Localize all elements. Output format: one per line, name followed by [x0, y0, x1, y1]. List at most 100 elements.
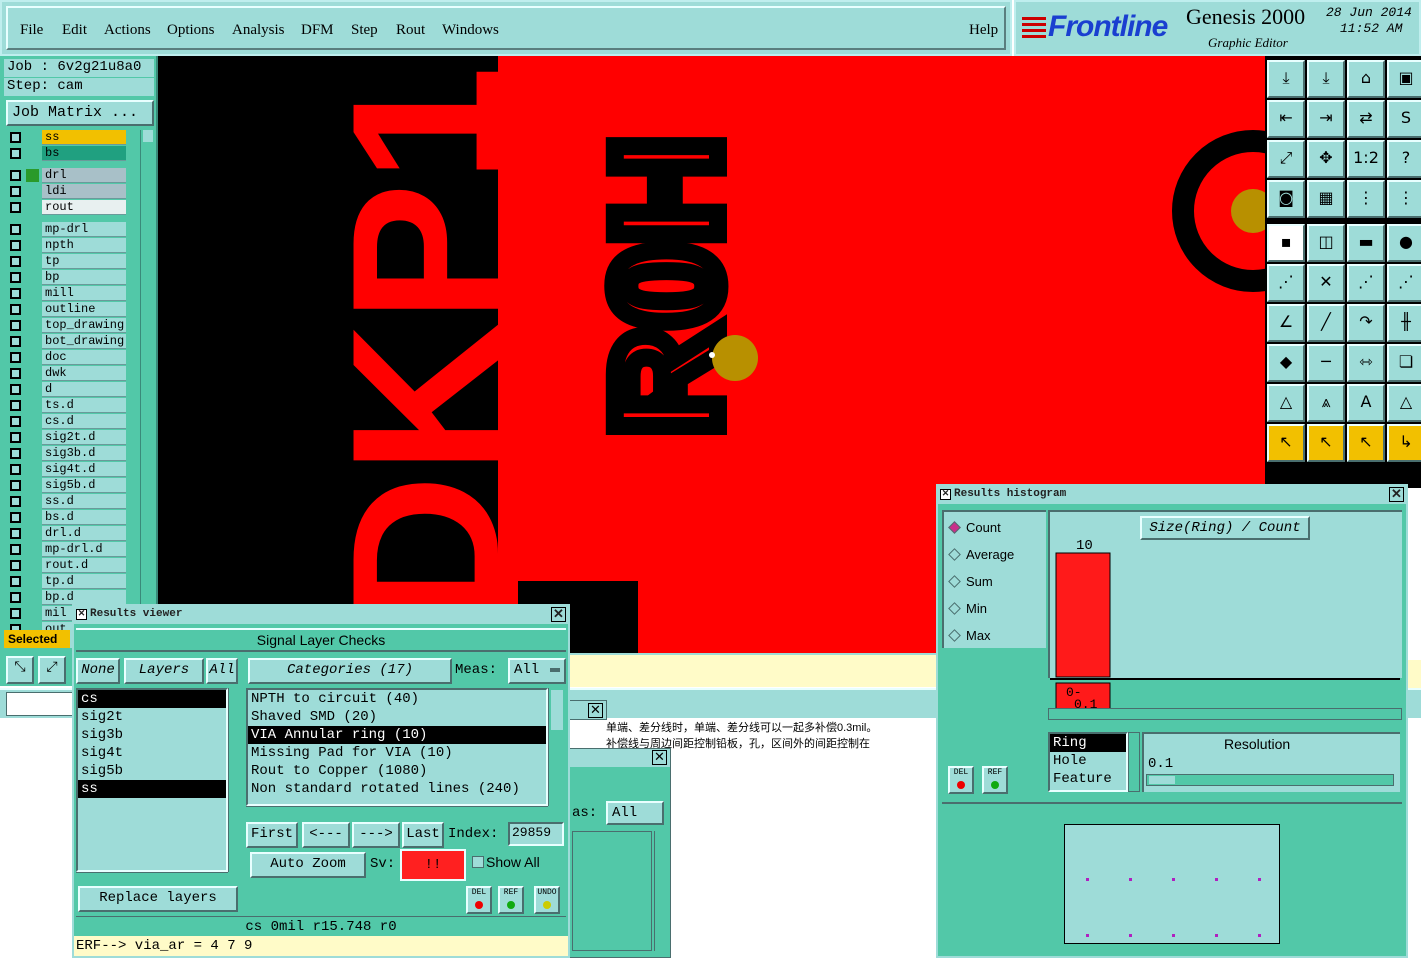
category-list-item[interactable]: Rout to Copper (1080) — [248, 762, 546, 780]
mirror-icon[interactable]: ╫ — [1387, 304, 1421, 342]
categories-list[interactable]: NPTH to circuit (40) Shaved SMD (20) VIA A… — [246, 688, 548, 806]
zoom-fit-icon[interactable]: ⤡ — [6, 656, 34, 684]
layer-checkbox[interactable] — [10, 576, 21, 587]
scale-1-2-icon[interactable]: 1:2 — [1347, 140, 1385, 178]
histogram-ref-button[interactable]: REF — [982, 766, 1008, 794]
category-list-item[interactable]: NPTH to circuit (40) — [248, 690, 546, 708]
triangle-b-icon[interactable]: △ — [1387, 384, 1421, 422]
menu-actions[interactable]: Actions — [104, 22, 151, 39]
category-list-item[interactable]: Missing Pad for VIA (10) — [248, 744, 546, 762]
layer-row[interactable]: ldi — [8, 184, 128, 199]
triangle-up-icon[interactable]: ⩓ — [1307, 384, 1345, 422]
rotate-icon[interactable]: ◫ — [1307, 224, 1345, 262]
background-window-2-close-icon[interactable]: ✕ — [652, 750, 667, 765]
del-button[interactable]: DEL — [466, 886, 492, 914]
layer-checkbox[interactable] — [10, 384, 21, 395]
layer-checkbox[interactable] — [10, 496, 21, 507]
layer-list-item[interactable]: sig2t — [78, 708, 226, 726]
layer-row[interactable]: ts.d — [8, 398, 128, 413]
all-layers-button[interactable]: All — [206, 658, 238, 684]
categories-scrollbar[interactable] — [548, 688, 566, 806]
layer-list-item[interactable]: sig4t — [78, 744, 226, 762]
layer-row[interactable]: bp.d — [8, 590, 128, 605]
layer-checkbox[interactable] — [10, 528, 21, 539]
index-input[interactable]: 29859 — [508, 822, 564, 846]
menu-file[interactable]: File — [20, 22, 43, 39]
layer-row[interactable]: cs.d — [8, 414, 128, 429]
layer-row[interactable]: npth — [8, 238, 128, 253]
size-field-item[interactable]: Feature — [1050, 770, 1126, 788]
home-icon[interactable]: ⌂ — [1347, 60, 1385, 98]
layer-checkbox[interactable] — [10, 608, 21, 619]
pointer-icon[interactable]: ↖ — [1267, 424, 1305, 462]
join-icon[interactable]: ❏ — [1387, 344, 1421, 382]
layer-row[interactable]: d — [8, 382, 128, 397]
menu-edit[interactable]: Edit — [62, 22, 87, 39]
previous-button[interactable]: <--- — [302, 822, 350, 848]
layer-checkbox[interactable] — [10, 240, 21, 251]
line-pad-2-icon[interactable]: ⋰ — [1387, 264, 1421, 302]
layer-row[interactable]: mp-drl — [8, 222, 128, 237]
layer-row[interactable]: bp — [8, 270, 128, 285]
route-icon[interactable]: ↳ — [1387, 424, 1421, 462]
triangle-a-icon[interactable]: A — [1347, 384, 1385, 422]
histogram-hscrollbar[interactable] — [1048, 708, 1402, 720]
layer-row[interactable]: outline — [8, 302, 128, 317]
layer-scrollbar[interactable] — [140, 130, 156, 630]
layer-row[interactable]: mp-drl.d — [8, 542, 128, 557]
stat-option-count[interactable]: Count — [948, 520, 1001, 535]
layer-checkbox[interactable] — [10, 480, 21, 491]
round-pad-icon[interactable]: ● — [1387, 224, 1421, 262]
layer-checkbox[interactable] — [10, 544, 21, 555]
triangle-warning-icon[interactable]: △ — [1267, 384, 1305, 422]
layer-row[interactable]: mill — [8, 286, 128, 301]
angle-icon[interactable]: ∠ — [1267, 304, 1305, 342]
next-button[interactable]: ---> — [352, 822, 400, 848]
help-icon[interactable]: ? — [1387, 140, 1421, 178]
swap-icon[interactable]: ⇄ — [1347, 100, 1385, 138]
show-all-checkbox[interactable] — [472, 856, 484, 868]
size-field-item[interactable]: Ring — [1050, 734, 1126, 752]
layer-checkbox[interactable] — [10, 256, 21, 267]
layer-checkbox[interactable] — [10, 132, 21, 143]
menu-help[interactable]: Help — [969, 22, 998, 39]
measure-icon[interactable]: ⇿ — [1347, 344, 1385, 382]
layer-row[interactable]: bot_drawing — [8, 334, 128, 349]
layers-scrollbar[interactable] — [228, 688, 242, 872]
first-button[interactable]: First — [246, 822, 298, 848]
layer-checkbox[interactable] — [10, 186, 21, 197]
category-list-item[interactable]: Non standard rotated lines (240) — [248, 780, 546, 798]
layer-checkbox[interactable] — [10, 416, 21, 427]
layer-checkbox[interactable] — [10, 336, 21, 347]
categories-scroll-thumb[interactable] — [551, 690, 563, 730]
command-input[interactable] — [6, 692, 76, 716]
menu-analysis[interactable]: Analysis — [232, 22, 285, 39]
zoom-center-icon[interactable]: ✥ — [1307, 140, 1345, 178]
job-matrix-button[interactable]: Job Matrix ... — [6, 100, 154, 126]
severity-dropdown[interactable]: !! — [400, 849, 466, 881]
menu-rout[interactable]: Rout — [396, 22, 425, 39]
stat-option-min[interactable]: Min — [948, 601, 987, 616]
layer-list-item[interactable]: cs — [78, 690, 226, 708]
undo-button[interactable]: UNDO — [534, 886, 560, 914]
layer-row[interactable]: tp — [8, 254, 128, 269]
layer-row[interactable]: rout — [8, 200, 128, 215]
layer-checkbox[interactable] — [10, 202, 21, 213]
ruler-icon[interactable]: ▬ — [1347, 224, 1385, 262]
histogram-close-icon[interactable]: ✕ — [1389, 487, 1404, 502]
pad-icon[interactable]: ▪ — [1267, 224, 1305, 262]
layer-checkbox[interactable] — [10, 320, 21, 331]
menu-step[interactable]: Step — [351, 22, 378, 39]
layer-row[interactable]: sig4t.d — [8, 462, 128, 477]
layer-checkbox[interactable] — [10, 170, 21, 181]
resolution-slider[interactable] — [1146, 774, 1394, 786]
layer-checkbox[interactable] — [10, 512, 21, 523]
category-list-item[interactable]: Shaved SMD (20) — [248, 708, 546, 726]
cross-icon[interactable]: ✕ — [1307, 264, 1345, 302]
layer-row[interactable]: tp.d — [8, 574, 128, 589]
layers-button[interactable]: Layers — [124, 658, 204, 684]
results-viewer-close-icon[interactable]: ✕ — [551, 607, 566, 622]
layer-row[interactable]: top_drawing — [8, 318, 128, 333]
layer-row[interactable]: sig5b.d — [8, 478, 128, 493]
layer-row[interactable]: ss — [8, 130, 128, 145]
